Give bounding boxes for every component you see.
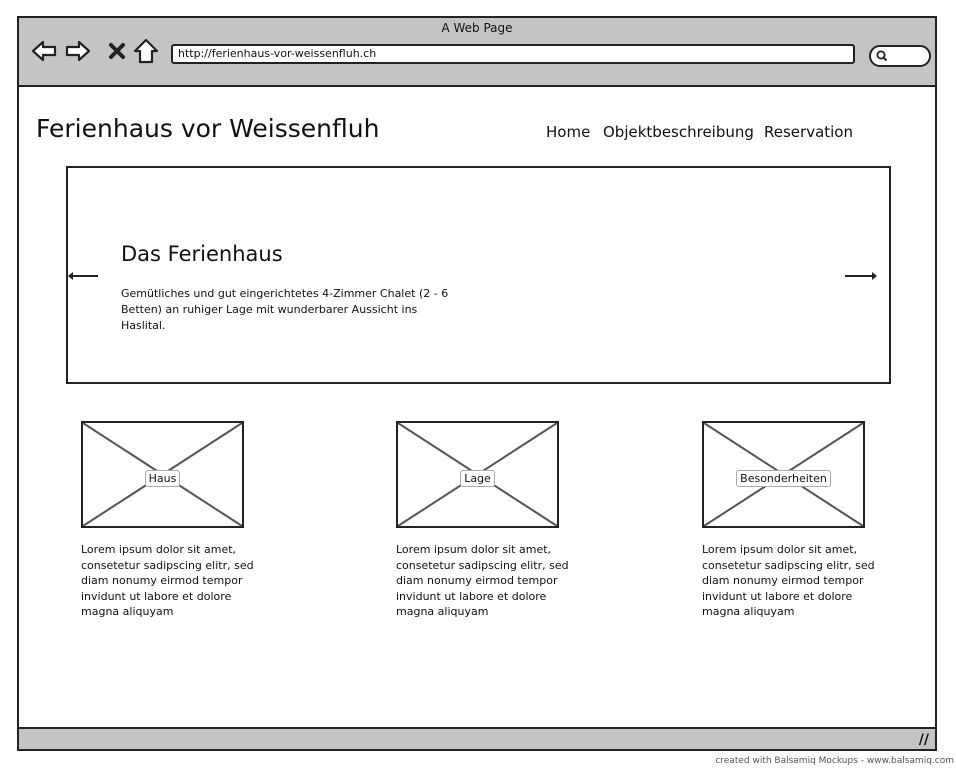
slider-prev-arrow-icon[interactable] — [66, 268, 102, 284]
site-title[interactable]: Ferienhaus vor Weissenfluh — [36, 114, 379, 143]
hero-slider: Das Ferienhaus Gemütliches und gut einge… — [66, 166, 891, 384]
back-arrow-icon[interactable] — [31, 38, 57, 64]
card-image-haus: Haus — [81, 421, 244, 528]
card-text: Lorem ipsum dolor sit amet, consetetur s… — [81, 543, 254, 619]
status-bar: // — [19, 727, 935, 749]
slide-heading: Das Ferienhaus — [121, 242, 283, 266]
card-image-label: Haus — [144, 470, 181, 487]
slide-text: Gemütliches und gut eingerichtetes 4-Zim… — [121, 287, 449, 332]
resize-grip-icon[interactable]: // — [919, 732, 929, 748]
card-text: Lorem ipsum dolor sit amet, consetetur s… — [396, 543, 569, 619]
stop-icon[interactable] — [107, 38, 127, 64]
slider-next-arrow-icon[interactable] — [843, 268, 879, 284]
forward-arrow-icon[interactable] — [65, 38, 91, 64]
url-field[interactable]: http://ferienhaus-vor-weissenfluh.ch — [171, 44, 855, 64]
nav-home[interactable]: Home — [546, 123, 590, 141]
window-title: A Web Page — [441, 21, 513, 35]
search-icon — [876, 50, 888, 62]
nav-objektbeschreibung[interactable]: Objektbeschreibung — [603, 123, 754, 141]
card-image-besonderheiten: Besonderheiten — [702, 421, 865, 528]
card-image-lage: Lage — [396, 421, 559, 528]
card-image-label: Besonderheiten — [736, 470, 831, 487]
home-icon[interactable] — [133, 38, 159, 64]
browser-toolbar: A Web Page http://ferienhaus-vor-weissen… — [19, 18, 935, 87]
card-image-label: Lage — [460, 470, 495, 487]
credit-text: created with Balsamiq Mockups - www.bals… — [715, 756, 954, 766]
search-field[interactable] — [869, 45, 931, 67]
card-text: Lorem ipsum dolor sit amet, consetetur s… — [702, 543, 875, 619]
nav-reservation[interactable]: Reservation — [764, 123, 853, 141]
